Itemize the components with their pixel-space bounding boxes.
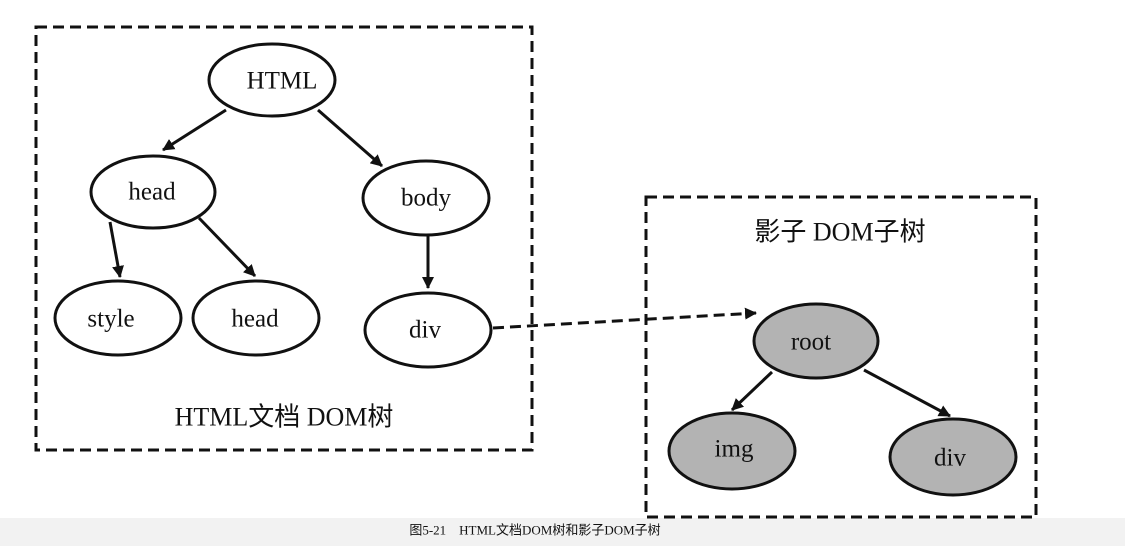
node-img: img [667, 411, 797, 491]
node-shadow-div-label: div [934, 445, 966, 472]
node-head-child-label: head [231, 306, 279, 333]
node-head-child: head [191, 279, 321, 357]
shadow-dom-subtree-label: 影子 DOM子树 [754, 218, 925, 247]
figure-caption: 图5-21 HTML文档DOM树和影子DOM子树 [409, 523, 660, 538]
diagram-canvas: HTML head body style head div root img d… [0, 25, 1125, 546]
node-root-label: root [791, 329, 831, 356]
node-body-label: body [401, 185, 452, 212]
edge-head-style [108, 221, 124, 278]
edge-root-img [730, 370, 774, 412]
node-style-label: style [87, 306, 134, 333]
edge-root-div [863, 368, 951, 418]
node-head: head [89, 154, 217, 230]
html-dom-tree-label: HTML文档 DOM树 [175, 403, 394, 432]
node-body: body [361, 159, 491, 237]
node-root: root [752, 302, 880, 380]
node-div: div [363, 291, 493, 369]
node-head-label: head [128, 179, 176, 206]
edge-head-headchild [197, 216, 257, 278]
node-html-label: HTML [247, 68, 318, 95]
node-shadow-div: div [888, 417, 1018, 497]
node-img-label: img [715, 436, 754, 463]
node-html: HTML [207, 42, 337, 118]
node-div-label: div [409, 317, 441, 344]
node-style: style [53, 279, 183, 357]
edge-html-body [317, 108, 383, 168]
edge-html-head [162, 108, 227, 152]
